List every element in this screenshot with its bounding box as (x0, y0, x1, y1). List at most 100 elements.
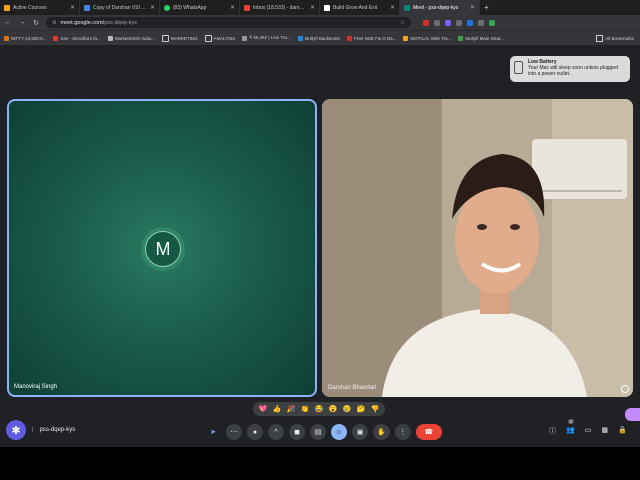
bookmark-label: ANALYSIS (213, 35, 236, 41)
bookmark-item[interactable]: NIFTY 24,600.0... (4, 35, 47, 41)
tab-label: (83) WhatsApp (173, 4, 207, 11)
companion-fab-icon[interactable] (625, 408, 640, 421)
tab-label: Active Courses (13, 4, 47, 11)
participant-name: Manoviraj Singh (14, 384, 58, 390)
favicon-icon (84, 4, 90, 11)
url-domain: meet.google.com/ (60, 19, 105, 26)
tab-label: Build Grow And Exit (333, 4, 378, 11)
emoji-button[interactable]: ☺ (331, 424, 347, 440)
bookmark-label: MOTILAL Web Tra... (410, 35, 452, 41)
call-controls: ➤ ⋯ ● ^ ◼ ▤ ☺ ▣ ✋ ⋮ ☎ (205, 424, 442, 440)
info-icon[interactable]: ⓘ (549, 426, 556, 436)
reload-icon[interactable]: ↻ (32, 19, 40, 27)
extension-icon[interactable] (467, 19, 473, 26)
bookmark-item[interactable]: Free NSE F& O Da... (347, 35, 396, 41)
url-text: meet.google.com/pss-dqep-kys (60, 20, 395, 26)
meeting-info: ✱ | pss-dqep-kys (6, 420, 75, 440)
favicon-icon (164, 4, 170, 11)
close-icon[interactable]: ✕ (70, 4, 75, 11)
send-icon[interactable]: ➤ (205, 424, 221, 440)
folder-icon (161, 34, 169, 42)
people-button[interactable]: 2 👥 (566, 419, 575, 436)
new-tab-button[interactable]: + (480, 3, 493, 12)
tab-gmail[interactable]: Inbox (18,533) - darshan ✕ (240, 0, 320, 15)
bookmark-favicon-icon (297, 35, 303, 41)
browser-toolbar: ← → ↻ ⚙ meet.google.com/pss-dqep-kys ☆ (0, 15, 640, 30)
close-icon[interactable]: ✕ (390, 4, 395, 11)
all-bookmarks-button[interactable]: All Bookmarks (596, 35, 634, 42)
participant-name: Darshan Bhandari (328, 385, 377, 391)
extension-icon[interactable] (456, 19, 462, 26)
reaction-sad[interactable]: 😢 (343, 405, 352, 413)
raise-hand-button[interactable]: ✋ (373, 424, 390, 440)
bookmark-item[interactable]: MarketSmith India... (107, 35, 155, 41)
avatar: M (145, 231, 181, 267)
extension-icon[interactable] (434, 19, 440, 26)
all-bookmarks-label: All Bookmarks (605, 36, 634, 41)
extension-icon[interactable] (489, 19, 495, 26)
reaction-party[interactable]: 🎉 (287, 405, 296, 413)
mic-button[interactable]: ● (247, 424, 263, 440)
tab-active-courses[interactable]: Active Courses ✕ (0, 0, 80, 15)
reaction-thumbs-up[interactable]: 👍 (273, 405, 282, 413)
captions-button[interactable]: ▤ (310, 424, 326, 440)
chat-icon[interactable]: ▭ (585, 426, 592, 436)
address-bar[interactable]: ⚙ meet.google.com/pss-dqep-kys ☆ (46, 17, 411, 28)
reaction-surprised[interactable]: 😮 (329, 405, 338, 413)
mic-options-icon[interactable]: ⋯ (226, 424, 242, 440)
bookmark-item[interactable]: ₹ 55,462 | Live Tra... (242, 35, 291, 41)
reaction-thumbs-down[interactable]: 👎 (371, 405, 380, 413)
bookmark-star-icon[interactable]: ☆ (400, 19, 405, 26)
close-icon[interactable]: ✕ (470, 4, 475, 11)
bookmark-item[interactable]: Kite - Zerodha's fa... (53, 35, 101, 41)
bookmark-item[interactable]: MOTILAL Web Tra... (403, 35, 452, 41)
favicon-icon (244, 4, 250, 11)
more-options-button[interactable]: ⋮ (394, 424, 411, 440)
bookmark-favicon-icon (242, 35, 248, 41)
bookmark-item[interactable]: Multyfi Main Strat... (458, 35, 504, 41)
meeting-code: pss-dqep-kys (39, 427, 76, 433)
low-battery-notification[interactable]: Low Battery Your Mac will sleep soon unl… (510, 56, 630, 82)
bookmark-favicon-icon (4, 35, 9, 41)
bookmark-favicon-icon (107, 35, 113, 41)
tab-label: Copy of Darshan VSI - Go (93, 4, 147, 11)
bookmark-favicon-icon (53, 35, 59, 41)
tab-whatsapp[interactable]: (83) WhatsApp ✕ (160, 0, 240, 15)
tab-meet[interactable]: Meet - pss-dqep-kys ✕ (400, 0, 480, 15)
reaction-heart[interactable]: 💖 (259, 405, 268, 413)
tab-build-grow[interactable]: Build Grow And Exit ✕ (320, 0, 400, 15)
leave-call-button[interactable]: ☎ (415, 424, 442, 440)
tab-google-sheet[interactable]: Copy of Darshan VSI - Go ✕ (80, 0, 160, 15)
bookmark-item[interactable]: Multyfi Backtester (297, 35, 340, 41)
extension-icon[interactable] (445, 19, 451, 26)
camera-options-icon[interactable]: ^ (268, 424, 284, 440)
reaction-joy[interactable]: 😂 (315, 405, 324, 413)
close-icon[interactable]: ✕ (310, 4, 315, 11)
extensions-area (423, 19, 495, 26)
activities-icon[interactable]: ▦ (601, 426, 608, 436)
bookmark-label: MarketSmith India... (114, 35, 155, 41)
back-icon[interactable]: ← (4, 19, 12, 26)
host-controls-icon[interactable]: 🔒 (618, 426, 627, 436)
bookmark-label: ₹ 55,462 | Live Tra... (249, 35, 291, 40)
reaction-clap[interactable]: 👏 (301, 405, 310, 413)
bookmark-folder[interactable]: ANALYSIS (204, 34, 236, 42)
reaction-thinking[interactable]: 🤔 (357, 405, 366, 413)
participant-tile-manoviraj[interactable]: M Manoviraj Singh (7, 99, 317, 397)
extension-icon[interactable] (478, 19, 484, 26)
extension-icon[interactable] (423, 19, 429, 26)
close-icon[interactable]: ✕ (150, 4, 155, 11)
site-info-icon[interactable]: ⚙ (52, 20, 56, 26)
bookmark-favicon-icon (347, 35, 353, 41)
close-icon[interactable]: ✕ (230, 4, 235, 11)
participant-tile-darshan[interactable]: Darshan Bhandari (322, 99, 633, 397)
forward-icon[interactable]: → (18, 19, 26, 26)
present-button[interactable]: ▣ (352, 424, 368, 440)
bookmark-folder[interactable]: MARKETING (161, 34, 198, 42)
bookmark-label: NIFTY 24,600.0... (11, 35, 47, 41)
favicon-icon (4, 4, 10, 11)
camera-button[interactable]: ◼ (289, 424, 305, 440)
gemini-icon[interactable]: ✱ (6, 420, 26, 440)
tile-options-icon[interactable] (621, 385, 629, 393)
bookmark-label: Multyfi Main Strat... (465, 35, 504, 41)
